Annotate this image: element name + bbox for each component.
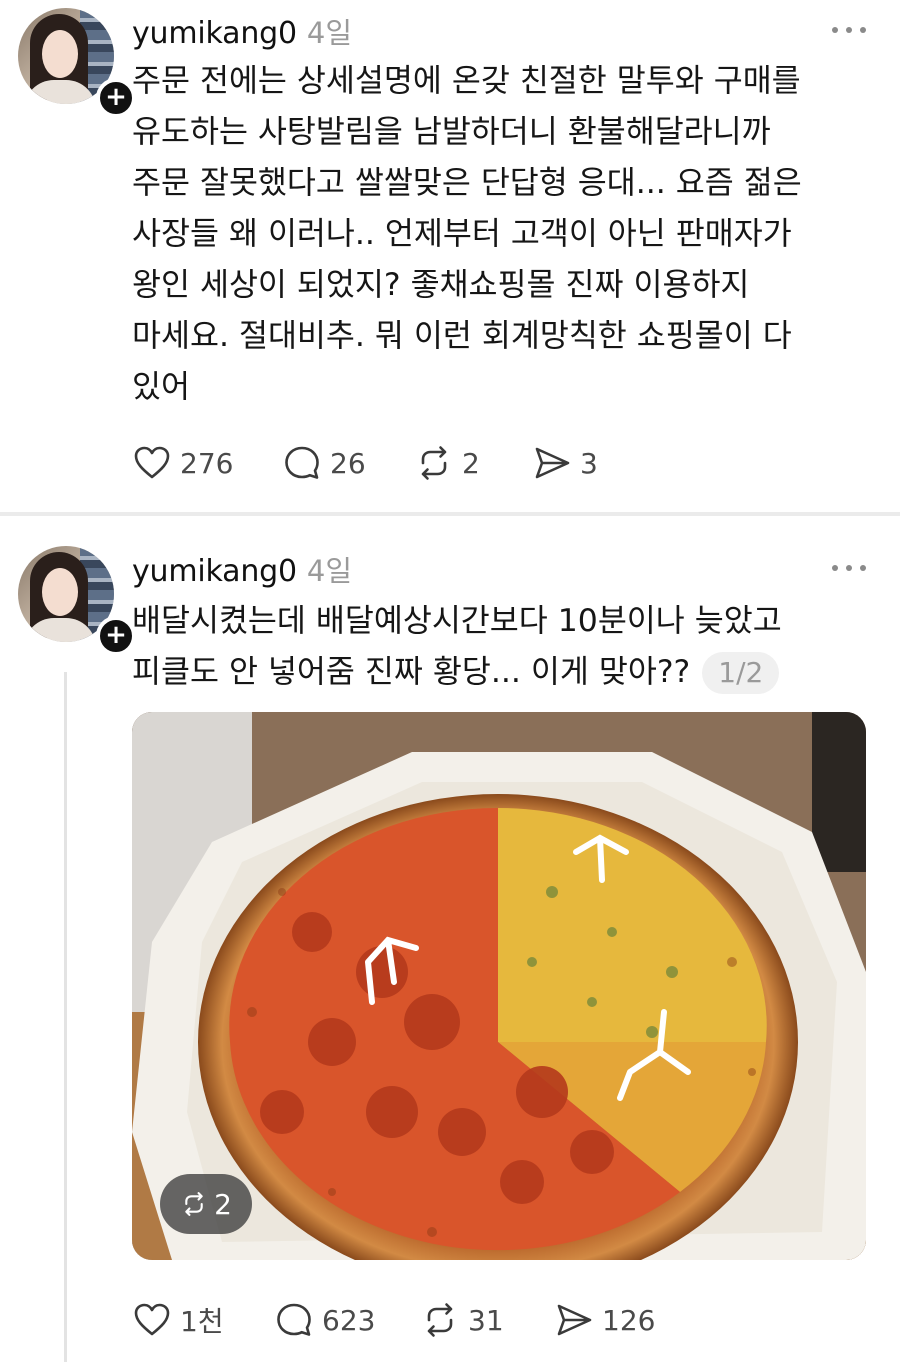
post-text-line: 주문 전에는 상세설명에 온갖 친절한 말투와 구매를 (132, 63, 801, 99)
repost-arrows-icon (185, 1192, 203, 1216)
repost-button[interactable]: 2 (414, 443, 480, 483)
thread-post-1: + yumikang0 4일 주문 전에는 상세설명에 온갖 친절한 말투와 구… (0, 0, 900, 512)
like-count: 276 (180, 446, 234, 480)
post-text-line: 마세요. 절대비추. 뭐 이런 회계망칙한 쇼핑몰이 다 (132, 318, 792, 354)
follow-plus-icon[interactable]: + (96, 78, 136, 118)
post-text-line: 주문 잘못했다고 쌀쌀맞은 단답형 응대... 요즘 젊은 (132, 165, 802, 201)
heart-icon (134, 1303, 170, 1336)
post-text: 주문 전에는 상세설명에 온갖 친절한 말투와 구매를 유도하는 사탕발림을 남… (132, 56, 872, 413)
heart-icon (134, 446, 170, 479)
repost-arrows-icon (421, 446, 447, 480)
post-text-segment: 피클도 안 넣어줌 진짜 황당... 이게 맞아?? (132, 654, 691, 690)
share-count: 126 (602, 1303, 656, 1337)
thread-post-2: + yumikang0 4일 배달시켰는데 배달예상시간보다 10분이나 늦았고… (0, 516, 900, 1369)
speech-bubble-icon (277, 1303, 311, 1336)
repost-count: 2 (462, 446, 480, 480)
share-count: 3 (580, 446, 598, 480)
avatar-container[interactable]: + (18, 8, 136, 118)
reply-count: 623 (322, 1303, 376, 1337)
follow-plus-icon[interactable]: + (96, 616, 136, 656)
post-text: 배달시켰는데 배달예상시간보다 10분이나 늦았고 피클도 안 넣어줌 진짜 황… (132, 596, 872, 698)
action-bar: 1천 623 31 126 (132, 1300, 832, 1340)
more-dots-icon[interactable] (832, 558, 866, 578)
more-dots-icon[interactable] (832, 20, 866, 40)
post-text-line: 피클도 안 넣어줌 진짜 황당... 이게 맞아?? 1/2 (132, 647, 872, 698)
share-button[interactable]: 126 (554, 1300, 655, 1340)
reply-count: 26 (330, 446, 366, 480)
reply-button[interactable]: 623 (274, 1300, 375, 1340)
avatar-container[interactable]: + (18, 546, 136, 656)
speech-bubble-icon (285, 446, 319, 479)
username[interactable]: yumikang0 (132, 16, 297, 51)
page-indicator: 1/2 (702, 652, 780, 694)
like-button[interactable]: 1천 (132, 1300, 224, 1340)
thread-connector-line (64, 672, 67, 1362)
image-repost-badge[interactable]: 2 (160, 1174, 252, 1234)
repost-arrows-icon (427, 1303, 453, 1337)
post-text-line: 배달시켰는데 배달예상시간보다 10분이나 늦았고 (132, 603, 782, 639)
reply-button[interactable]: 26 (282, 443, 366, 483)
pizza-image (132, 712, 866, 1260)
post-text-line: 유도하는 사탕발림을 남발하더니 환불해달라니까 (132, 114, 771, 150)
send-icon (557, 1304, 592, 1336)
username[interactable]: yumikang0 (132, 554, 297, 589)
image-repost-count: 2 (214, 1187, 232, 1221)
repost-count: 31 (468, 1303, 504, 1337)
post-text-line: 왕인 세상이 되었지? 좋채쇼핑몰 진짜 이용하지 (132, 267, 750, 303)
post-time: 4일 (306, 16, 353, 50)
share-button[interactable]: 3 (532, 443, 598, 483)
pizza-photo[interactable]: 2 (132, 712, 866, 1260)
like-button[interactable]: 276 (132, 443, 233, 483)
action-bar: 276 26 2 3 (132, 443, 832, 483)
post-meta: yumikang0 4일 (132, 548, 353, 589)
post-text-line: 사장들 왜 이러나.. 언제부터 고객이 아닌 판매자가 (132, 216, 792, 252)
like-count: 1천 (180, 1305, 224, 1338)
post-text-line: 있어 (132, 369, 190, 405)
repost-button[interactable]: 31 (420, 1300, 504, 1340)
post-meta: yumikang0 4일 (132, 10, 353, 51)
send-icon (535, 447, 570, 479)
post-time: 4일 (306, 554, 353, 588)
